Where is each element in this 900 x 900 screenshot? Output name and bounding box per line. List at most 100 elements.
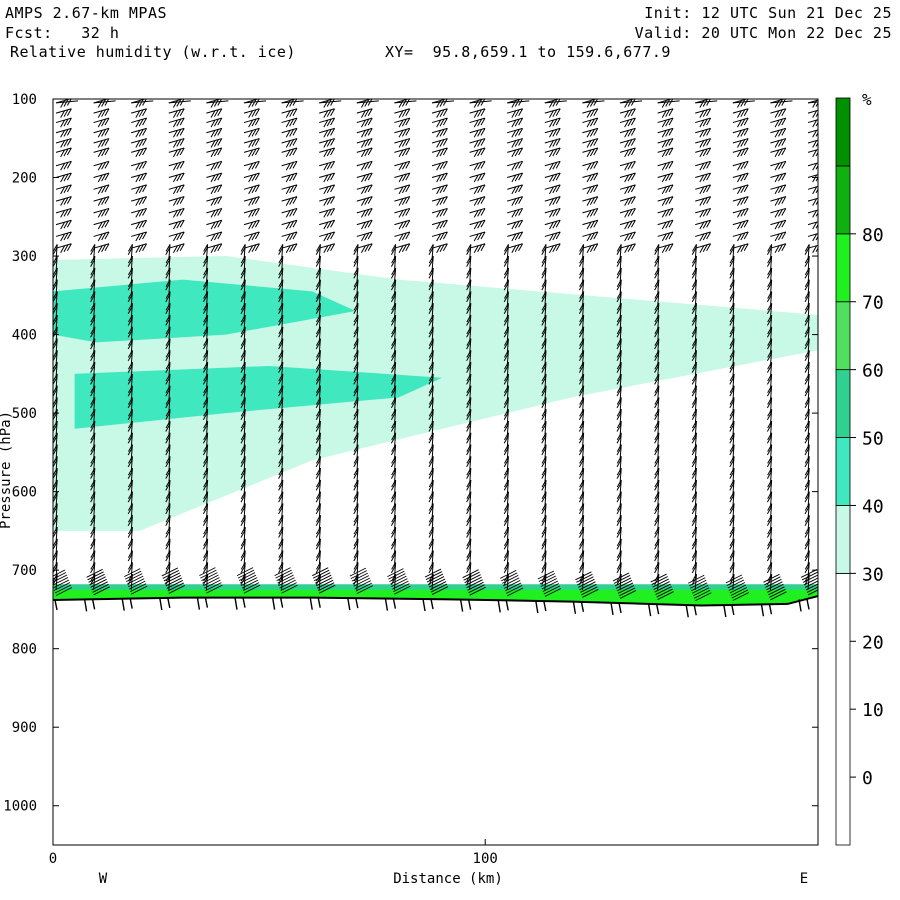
wind-barb bbox=[394, 99, 417, 108]
wind-barb bbox=[619, 138, 636, 148]
wind-barb bbox=[619, 196, 636, 206]
wind-barb bbox=[319, 117, 336, 128]
wind-barb bbox=[93, 138, 110, 148]
barb-flag bbox=[819, 161, 823, 168]
wind-barb bbox=[507, 147, 524, 158]
wind-barb bbox=[356, 219, 373, 230]
wind-barb bbox=[582, 117, 599, 128]
colorbar-tick-label: 40 bbox=[862, 496, 884, 517]
wind-barb bbox=[243, 172, 260, 183]
wind-barb bbox=[394, 127, 411, 138]
wind-barb bbox=[807, 185, 818, 195]
wind-barb bbox=[319, 147, 336, 158]
wind-barb bbox=[93, 117, 110, 128]
y-tick-label: 200 bbox=[12, 171, 37, 187]
wind-barb bbox=[55, 138, 72, 148]
wind-barb bbox=[657, 196, 674, 206]
wind-barb bbox=[582, 184, 599, 195]
wind-barb bbox=[394, 196, 411, 206]
wind-barb bbox=[469, 160, 486, 171]
wind-barb bbox=[356, 196, 373, 206]
wind-barb bbox=[356, 147, 373, 158]
wind-barb bbox=[131, 99, 154, 108]
colorbar-segment bbox=[835, 437, 851, 506]
wind-barb bbox=[93, 219, 110, 230]
colorbar-tick-label: 10 bbox=[862, 700, 884, 721]
barb-flag bbox=[819, 208, 823, 215]
wind-barb bbox=[131, 231, 148, 242]
colorbar: 0 10 20 30 40 50 60 70 80 bbox=[835, 97, 884, 846]
wind-barb bbox=[431, 117, 448, 128]
wind-barb bbox=[168, 207, 185, 218]
wind-barb bbox=[657, 172, 674, 183]
wind-barb bbox=[206, 184, 223, 195]
wind-barb bbox=[206, 127, 223, 138]
wind-barb bbox=[695, 138, 712, 148]
wind-barb bbox=[93, 147, 110, 158]
wind-barb bbox=[507, 108, 524, 118]
wind-barb bbox=[695, 184, 712, 195]
wind-barb bbox=[732, 184, 749, 195]
wind-barb bbox=[93, 108, 110, 118]
x-axis-label: Distance (km) bbox=[393, 871, 503, 887]
wind-barb bbox=[544, 138, 561, 148]
x-end-label-east: E bbox=[800, 871, 808, 887]
wind-barb bbox=[131, 184, 148, 195]
wind-barb bbox=[356, 138, 373, 148]
wind-barb bbox=[55, 99, 79, 108]
wind-barb bbox=[770, 207, 787, 218]
wind-barb bbox=[507, 172, 524, 183]
wind-barb bbox=[394, 117, 411, 128]
wind-barb bbox=[770, 184, 787, 195]
wind-barb bbox=[695, 127, 712, 138]
wind-barb bbox=[431, 243, 448, 253]
wind-barb bbox=[281, 160, 298, 171]
wind-barb bbox=[695, 160, 712, 171]
wind-barb bbox=[582, 160, 599, 171]
wind-barb bbox=[319, 231, 336, 242]
wind-barb bbox=[544, 108, 561, 118]
wind-barb bbox=[356, 243, 373, 253]
wind-barb bbox=[657, 184, 674, 195]
colorbar-segment bbox=[835, 97, 851, 167]
wind-barb bbox=[695, 243, 712, 253]
wind-barb bbox=[582, 147, 599, 158]
wind-barb bbox=[732, 117, 749, 128]
wind-barb bbox=[243, 147, 260, 158]
wind-barb bbox=[206, 172, 223, 183]
wind-barb bbox=[619, 127, 636, 138]
wind-barb bbox=[507, 99, 530, 108]
wind-barb bbox=[657, 127, 674, 138]
wind-barb bbox=[544, 219, 561, 230]
wind-barb bbox=[469, 231, 486, 242]
wind-barb bbox=[469, 184, 486, 195]
wind-barb bbox=[619, 207, 636, 218]
wind-barb bbox=[243, 108, 260, 118]
wind-barb bbox=[695, 117, 712, 128]
wind-barb bbox=[732, 172, 749, 183]
wind-barb bbox=[319, 196, 336, 206]
surface-barb-tail bbox=[47, 600, 49, 612]
wind-barb bbox=[356, 231, 373, 242]
wind-barb bbox=[281, 207, 298, 218]
wind-barb bbox=[619, 231, 636, 242]
wind-barb bbox=[356, 127, 373, 138]
wind-barb bbox=[807, 161, 823, 171]
wind-barb bbox=[695, 108, 712, 118]
wind-barb bbox=[431, 99, 455, 108]
colorbar-segment bbox=[835, 572, 851, 846]
wind-barb bbox=[770, 196, 787, 206]
wind-barb bbox=[431, 207, 448, 218]
wind-barb bbox=[281, 172, 298, 183]
y-tick-label: 600 bbox=[12, 485, 37, 501]
wind-barb bbox=[732, 243, 749, 253]
wind-barb bbox=[732, 99, 755, 108]
wind-barb bbox=[507, 207, 524, 218]
wind-barb bbox=[469, 99, 492, 108]
wind-barb bbox=[93, 127, 110, 138]
wind-barb bbox=[770, 172, 787, 183]
wind-barb bbox=[807, 139, 818, 148]
colorbar-unit: % bbox=[862, 90, 872, 109]
wind-barb bbox=[55, 219, 72, 230]
wind-barb bbox=[732, 231, 749, 242]
